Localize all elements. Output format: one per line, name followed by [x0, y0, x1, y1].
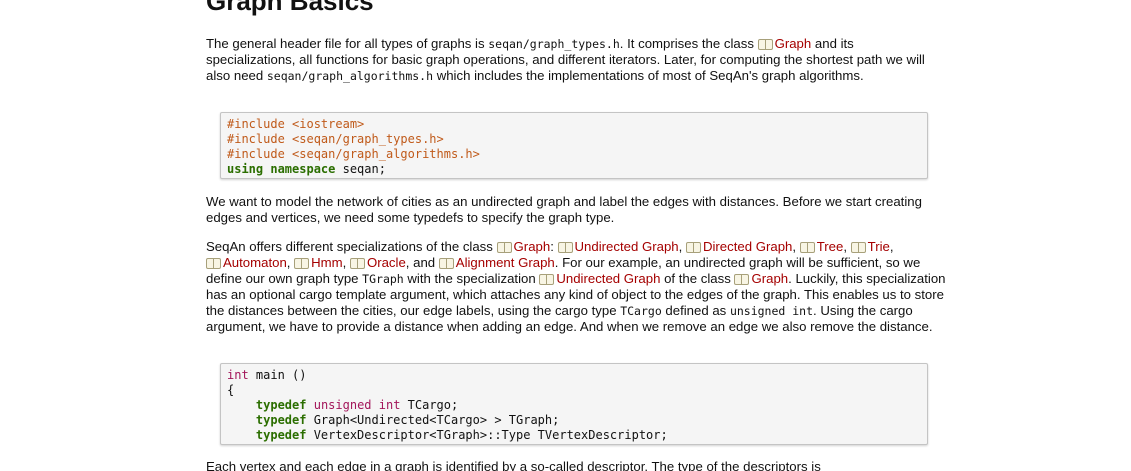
- text: :: [550, 239, 558, 254]
- code-block-typedefs: int main (){ typedef unsigned int TCargo…: [220, 363, 928, 445]
- code-keyword: typedef: [255, 413, 307, 427]
- code-text: TCargo;: [400, 398, 459, 412]
- text: ,: [792, 239, 800, 254]
- book-icon: [799, 242, 815, 253]
- book-icon: [539, 274, 555, 285]
- code-type: int: [227, 368, 249, 382]
- book-icon: [294, 258, 310, 269]
- book-icon: [685, 242, 701, 253]
- paragraph-header-files: The general header file for all types of…: [206, 36, 946, 84]
- text: ,: [342, 255, 350, 270]
- book-icon: [438, 258, 454, 269]
- inline-code-unsigned-int: unsigned int: [729, 304, 814, 318]
- book-icon: [850, 242, 866, 253]
- book-icon: [496, 242, 512, 253]
- inline-code-graph-types: seqan/graph_types.h: [488, 37, 620, 51]
- code-block-includes: #include <iostream> #include <seqan/graph…: [220, 112, 928, 179]
- text: which includes the implementations of mo…: [433, 68, 864, 83]
- book-icon: [557, 242, 573, 253]
- link-label: Graph: [751, 271, 789, 286]
- paragraph-model-network: We want to model the network of cities a…: [206, 194, 922, 225]
- link-label: Hmm: [311, 255, 343, 270]
- code-type: unsigned int: [313, 398, 401, 412]
- code-keyword: typedef: [255, 428, 307, 442]
- code-line: #include <iostream>: [227, 117, 365, 131]
- book-icon: [734, 274, 750, 285]
- inline-code-graph-algorithms: seqan/graph_algorithms.h: [266, 69, 434, 83]
- link-label: Oracle: [366, 255, 406, 270]
- book-icon: [206, 258, 221, 269]
- link-graph[interactable]: Graph: [496, 239, 551, 254]
- code-keyword: using namespace: [227, 162, 336, 176]
- text: with the specialization: [403, 271, 540, 286]
- link-oracle[interactable]: Oracle: [349, 255, 406, 270]
- link-graph[interactable]: Graph: [757, 36, 812, 51]
- code-line: using namespace seqan;: [227, 162, 921, 177]
- link-label: Automaton: [223, 255, 287, 270]
- code-keyword: typedef: [255, 398, 307, 412]
- text: ,: [286, 255, 295, 270]
- link-undirected-graph[interactable]: Undirected Graph: [539, 271, 660, 286]
- link-label: Undirected Graph: [574, 239, 679, 254]
- text: SeqAn offers different specializations o…: [206, 239, 497, 254]
- code-line: typedef unsigned int TCargo;: [227, 398, 921, 413]
- page-title: Graph Basics: [206, 0, 374, 16]
- text: . It comprises the class: [619, 36, 758, 51]
- text: defined as: [661, 303, 730, 318]
- text: , and: [405, 255, 439, 270]
- paragraph-descriptors: Each vertex and each edge in a graph is …: [206, 459, 821, 471]
- code-text: Graph<Undirected<TCargo> > TGraph;: [306, 413, 560, 427]
- link-hmm[interactable]: Hmm: [294, 255, 343, 270]
- text: ,: [843, 239, 851, 254]
- book-icon: [349, 258, 365, 269]
- link-label: Graph: [513, 239, 551, 254]
- inline-code-tgraph: TGraph: [362, 272, 404, 286]
- link-directed-graph[interactable]: Directed Graph: [685, 239, 793, 254]
- link-label: Trie: [867, 239, 890, 254]
- text: The general header file for all types of…: [206, 36, 489, 51]
- link-trie[interactable]: Trie: [850, 239, 890, 254]
- code-line: typedef Graph<Undirected<TCargo> > TGrap…: [227, 413, 921, 428]
- code-line: int main (): [227, 368, 921, 383]
- link-label: Graph: [774, 36, 812, 51]
- inline-code-tcargo: TCargo: [620, 304, 662, 318]
- code-line: {: [227, 383, 235, 397]
- code-text: main (): [248, 368, 307, 382]
- link-graph[interactable]: Graph: [734, 271, 788, 286]
- code-text: VertexDescriptor<TGraph>::Type TVertexDe…: [306, 428, 668, 442]
- text: of the class: [660, 271, 735, 286]
- paragraph-specializations: SeqAn offers different specializations o…: [206, 239, 946, 335]
- link-tree[interactable]: Tree: [799, 239, 844, 254]
- link-label: Directed Graph: [702, 239, 793, 254]
- link-automaton[interactable]: Automaton: [206, 255, 287, 270]
- book-icon: [757, 39, 773, 50]
- code-line: typedef VertexDescriptor<TGraph>::Type T…: [227, 428, 921, 443]
- link-label: Alignment Graph: [455, 255, 555, 270]
- link-label: Tree: [816, 239, 844, 254]
- code-text: seqan;: [335, 162, 386, 176]
- link-undirected-graph[interactable]: Undirected Graph: [557, 239, 679, 254]
- link-label: Undirected Graph: [556, 271, 661, 286]
- text: ,: [889, 239, 894, 254]
- link-alignment-graph[interactable]: Alignment Graph: [438, 255, 555, 270]
- code-line: #include <seqan/graph_algorithms.h>: [227, 147, 480, 161]
- text: ,: [678, 239, 686, 254]
- code-line: #include <seqan/graph_types.h>: [227, 132, 444, 146]
